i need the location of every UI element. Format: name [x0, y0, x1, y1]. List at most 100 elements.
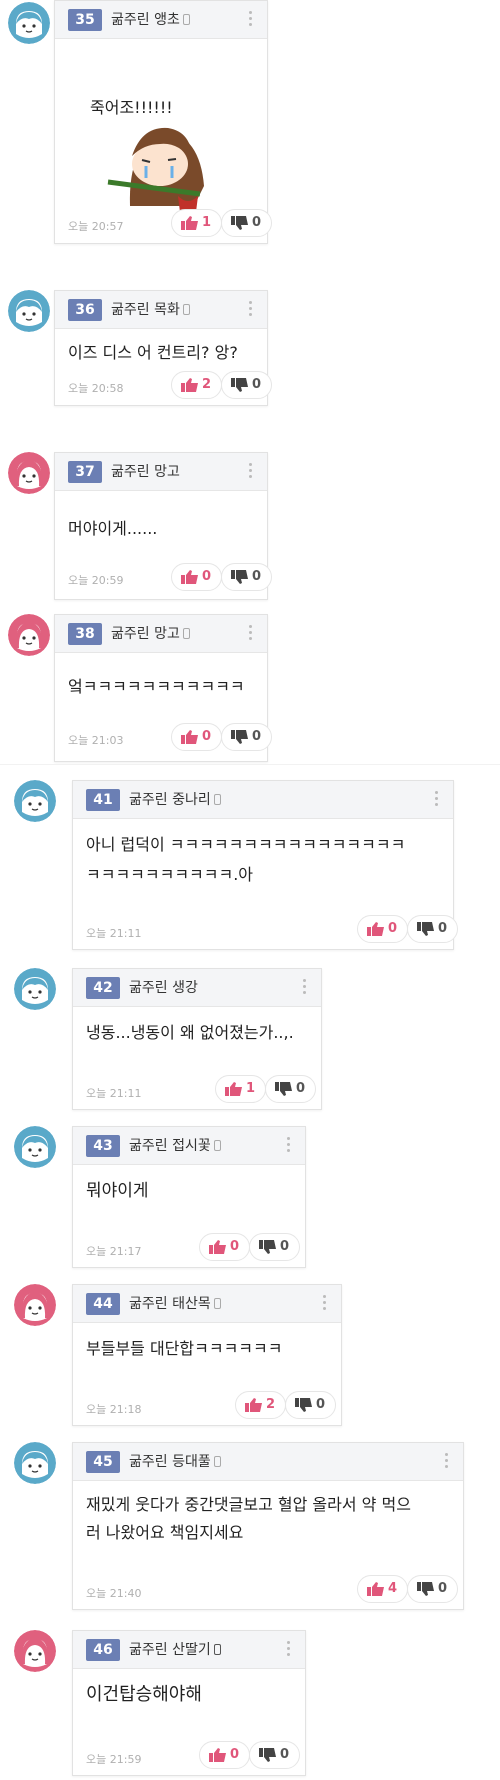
- dislike-count: 0: [252, 215, 262, 230]
- avatar[interactable]: [14, 1630, 56, 1672]
- avatar[interactable]: [8, 614, 50, 656]
- comment-author[interactable]: 굶주린 목화: [111, 301, 190, 319]
- dislike-button[interactable]: 0: [249, 1741, 301, 1769]
- like-button[interactable]: 4: [357, 1575, 409, 1603]
- comment-header: 38 굶주린 망고: [55, 615, 267, 653]
- avatar-pink-icon: [8, 614, 50, 656]
- comment-header: 43 굶주린 접시꽃: [73, 1127, 305, 1165]
- thumbs-down-icon: [231, 730, 248, 744]
- like-button[interactable]: 2: [235, 1391, 287, 1419]
- thumbs-up-icon: [181, 730, 198, 744]
- mobile-icon: [213, 1140, 221, 1151]
- comment-number: 46: [86, 1639, 120, 1661]
- comment-author[interactable]: 굶주린 생강: [129, 979, 198, 997]
- dislike-button[interactable]: 0: [285, 1391, 337, 1419]
- dislike-count: 0: [316, 1397, 326, 1412]
- dislike-button[interactable]: 0: [221, 371, 273, 399]
- author-name: 굶주린 생강: [129, 980, 198, 996]
- comment-image[interactable]: 죽어조!!!!!!: [68, 56, 236, 214]
- thumbs-up-icon: [209, 1748, 226, 1762]
- like-count: 0: [202, 569, 212, 584]
- avatar-blue-icon: [8, 290, 50, 332]
- like-count: 4: [388, 1581, 398, 1596]
- more-menu-icon[interactable]: [323, 1295, 327, 1311]
- comment-header: 37 굶주린 망고: [55, 453, 267, 491]
- comment-author[interactable]: 굶주린 산딸기: [129, 1641, 221, 1659]
- like-button[interactable]: 0: [199, 1741, 251, 1769]
- avatar[interactable]: [14, 780, 56, 822]
- avatar[interactable]: [14, 1284, 56, 1326]
- dislike-button[interactable]: 0: [407, 1575, 459, 1603]
- comment-author[interactable]: 굶주린 망고: [111, 625, 190, 643]
- comment-author[interactable]: 굶주린 태산목: [129, 1295, 221, 1313]
- comment-time: 오늘 20:59: [68, 574, 124, 587]
- like-button[interactable]: 0: [171, 723, 223, 751]
- like-button[interactable]: 1: [215, 1075, 267, 1103]
- dislike-count: 0: [438, 1581, 448, 1596]
- more-menu-icon[interactable]: [445, 1453, 449, 1469]
- comment-header: 46 굶주린 산딸기: [73, 1631, 305, 1669]
- dislike-button[interactable]: 0: [249, 1233, 301, 1261]
- comment-header: 36 굶주린 목화: [55, 291, 267, 329]
- avatar-blue-icon: [14, 1442, 56, 1484]
- comment-text: 이건탑승해야해: [86, 1684, 202, 1705]
- thumbs-down-icon: [231, 216, 248, 230]
- avatar-pink-icon: [14, 1284, 56, 1326]
- avatar[interactable]: [14, 968, 56, 1010]
- like-button[interactable]: 2: [171, 371, 223, 399]
- comment-number: 41: [86, 789, 120, 811]
- avatar[interactable]: [8, 290, 50, 332]
- comment-number: 38: [68, 623, 102, 645]
- avatar-pink-icon: [8, 452, 50, 494]
- avatar[interactable]: [8, 2, 50, 44]
- author-name: 굶주린 산딸기: [129, 1642, 211, 1658]
- more-menu-icon[interactable]: [249, 463, 253, 479]
- comment-author[interactable]: 굶주린 등대풀: [129, 1453, 221, 1471]
- author-name: 굶주린 태산목: [129, 1296, 211, 1312]
- more-menu-icon[interactable]: [435, 791, 439, 807]
- comment-author[interactable]: 굶주린 망고: [111, 463, 180, 481]
- more-menu-icon[interactable]: [249, 301, 253, 317]
- avatar[interactable]: [8, 452, 50, 494]
- dislike-button[interactable]: 0: [407, 915, 459, 943]
- more-menu-icon[interactable]: [287, 1641, 291, 1657]
- more-menu-icon[interactable]: [287, 1137, 291, 1153]
- like-button[interactable]: 0: [357, 915, 409, 943]
- mobile-icon: [213, 794, 221, 805]
- comment-header: 45 굶주린 등대풀: [73, 1443, 463, 1481]
- dislike-button[interactable]: 0: [221, 209, 273, 237]
- thumbs-down-icon: [259, 1748, 276, 1762]
- dislike-button[interactable]: 0: [221, 723, 273, 751]
- avatar[interactable]: [14, 1442, 56, 1484]
- comment-number: 37: [68, 461, 102, 483]
- comment-card: 45 굶주린 등대풀 재밌게 웃다가 중간댓글보고 혈압 올라서 약 먹으 러 …: [72, 1442, 464, 1610]
- avatar[interactable]: [14, 1126, 56, 1168]
- comment-text: 부들부들 대단합ㅋㅋㅋㅋㅋㅋ: [86, 1339, 283, 1358]
- comment-text: 머야이게......: [68, 519, 158, 538]
- comment-time: 오늘 21:11: [86, 1087, 142, 1100]
- like-count: 1: [202, 215, 212, 230]
- comment-text: 뭐야이게: [86, 1181, 149, 1201]
- dislike-button[interactable]: 0: [265, 1075, 317, 1103]
- like-button[interactable]: 0: [199, 1233, 251, 1261]
- comment-author[interactable]: 굶주린 접시꽃: [129, 1137, 221, 1155]
- avatar-pink-icon: [14, 1630, 56, 1672]
- like-button[interactable]: 1: [171, 209, 223, 237]
- dislike-count: 0: [280, 1747, 290, 1762]
- more-menu-icon[interactable]: [249, 625, 253, 641]
- comment-author[interactable]: 굶주린 중나리: [129, 791, 221, 809]
- like-count: 2: [202, 377, 212, 392]
- comment-card: 42 굶주린 생강 냉동...냉동이 왜 없어졌는가..,. 오늘 21:11 …: [72, 968, 322, 1110]
- author-name: 굶주린 접시꽃: [129, 1138, 211, 1154]
- like-button[interactable]: 0: [171, 563, 223, 591]
- comment-author[interactable]: 굶주린 앵초: [111, 11, 190, 29]
- author-name: 굶주린 앵초: [111, 12, 180, 28]
- comment-time: 오늘 21:40: [86, 1587, 142, 1600]
- dislike-button[interactable]: 0: [221, 563, 273, 591]
- comment-text-line2: 러 나왔어요 책임지세요: [86, 1523, 244, 1542]
- comment-card: 36 굶주린 목화 이즈 디스 어 컨트리? 앙? 오늘 20:58 2 0: [54, 290, 273, 406]
- more-menu-icon[interactable]: [249, 11, 253, 27]
- thumbs-up-icon: [367, 1582, 384, 1596]
- mobile-icon: [213, 1298, 221, 1309]
- more-menu-icon[interactable]: [303, 979, 307, 995]
